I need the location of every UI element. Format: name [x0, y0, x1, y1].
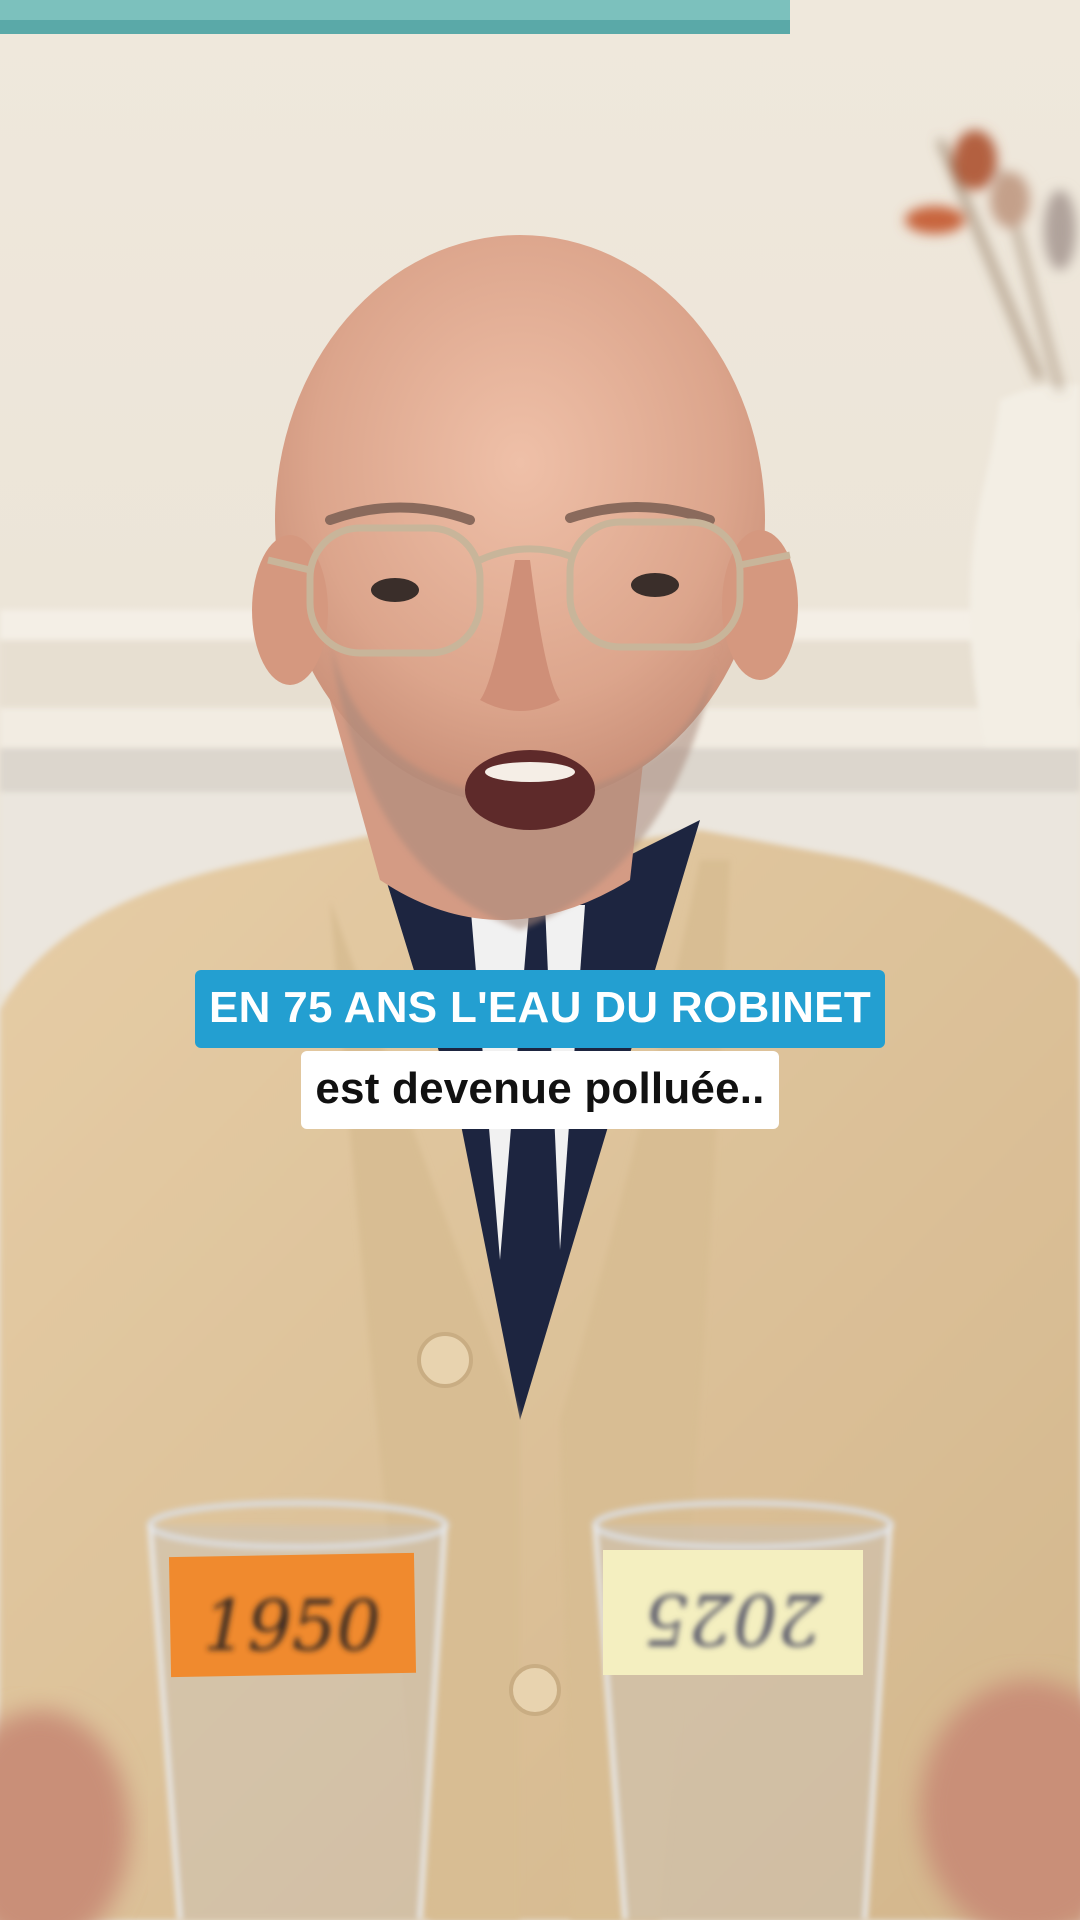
- svg-text:2025: 2025: [644, 1578, 823, 1660]
- caption-text: est devenue polluée..: [301, 1051, 779, 1129]
- glass-label-left: 1950: [168, 1552, 417, 1678]
- caption-line-2: est devenue polluée..: [0, 1051, 1080, 1129]
- caption-text-highlight: EN 75 ANS L'EAU DU ROBINET: [194, 970, 886, 1048]
- cardigan-button: [509, 1664, 561, 1716]
- video-frame: 1950 2025: [0, 0, 1080, 1920]
- svg-text:1950: 1950: [203, 1585, 381, 1667]
- caption-line-1: EN 75 ANS L'EAU DU ROBINET: [0, 970, 1080, 1048]
- glass-label-right: 2025: [603, 1550, 863, 1675]
- cardigan-button: [417, 1332, 473, 1388]
